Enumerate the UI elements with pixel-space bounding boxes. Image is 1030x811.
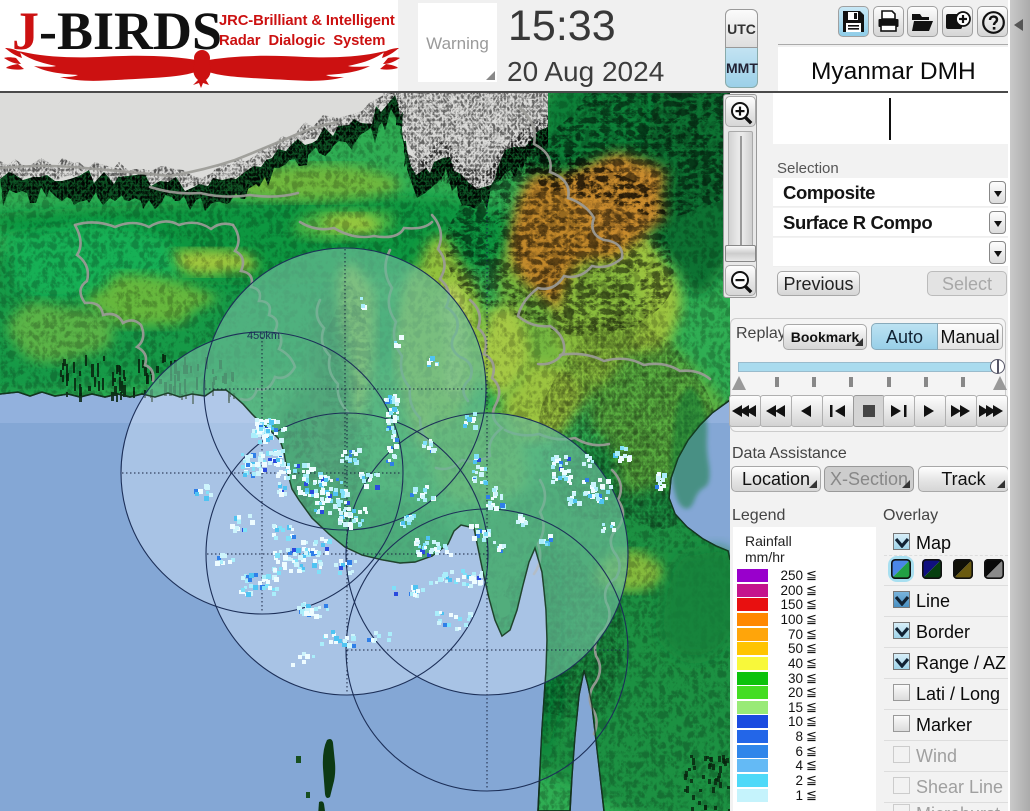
svg-text:450km: 450km [247, 330, 280, 342]
